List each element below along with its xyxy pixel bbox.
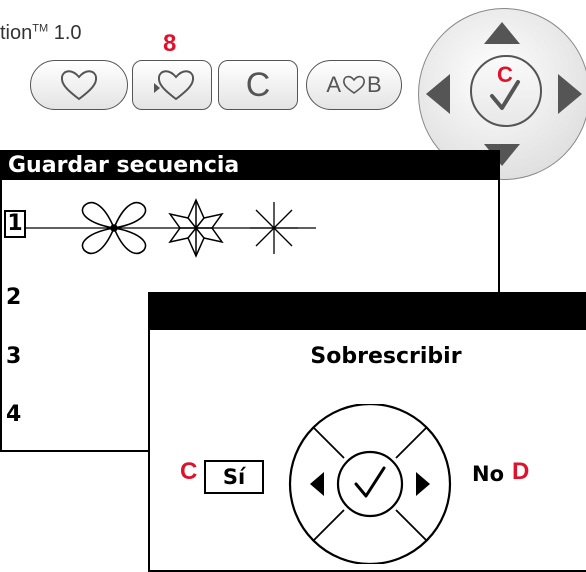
heart-icon [343, 75, 365, 94]
heart-icon [60, 70, 98, 101]
sequence-slot-2[interactable]: 2 [6, 285, 21, 310]
sequence-slot-1[interactable]: 1 [4, 210, 26, 238]
dialog-wheel [288, 404, 452, 564]
sequence-slot-3[interactable]: 3 [6, 344, 21, 369]
dialog-title-bar [150, 294, 586, 330]
callout-buttons-marker: 8 [163, 30, 177, 57]
arrow-left-icon[interactable] [426, 74, 450, 114]
ab-button[interactable]: A B [306, 60, 402, 110]
ab-button-label-a: A [326, 72, 341, 97]
callout-no-marker: D [512, 458, 530, 485]
ab-button-label-b: B [367, 72, 382, 97]
clear-button[interactable]: C [218, 60, 298, 110]
favorite-button[interactable] [30, 60, 128, 110]
overwrite-dialog-title: Sobrescribir [310, 344, 462, 369]
product-title: tionTM 1.0 [0, 22, 82, 45]
sequence-slot-4[interactable]: 4 [6, 402, 21, 427]
heart-arrow-icon [154, 70, 195, 101]
product-version: 1.0 [53, 22, 82, 44]
yes-button[interactable]: Sí [204, 460, 264, 494]
callout-yes-marker: C [180, 458, 198, 485]
product-name: tion [0, 22, 33, 44]
arrow-right-icon[interactable] [558, 74, 582, 114]
ab-button-content: A B [326, 72, 381, 98]
radial-stitch-icon [250, 202, 298, 254]
no-label: No [472, 462, 505, 486]
save-sequence-title: Guardar secuencia [2, 152, 498, 180]
arrow-up-icon[interactable] [484, 22, 520, 44]
callout-wheel-marker: C [497, 62, 513, 87]
trademark-symbol: TM [32, 22, 49, 35]
clear-button-label: C [245, 65, 271, 104]
stitch-sequence-preview [26, 198, 316, 258]
favorite-arrow-button[interactable] [132, 60, 212, 110]
dialog-ok-button[interactable] [336, 450, 404, 518]
